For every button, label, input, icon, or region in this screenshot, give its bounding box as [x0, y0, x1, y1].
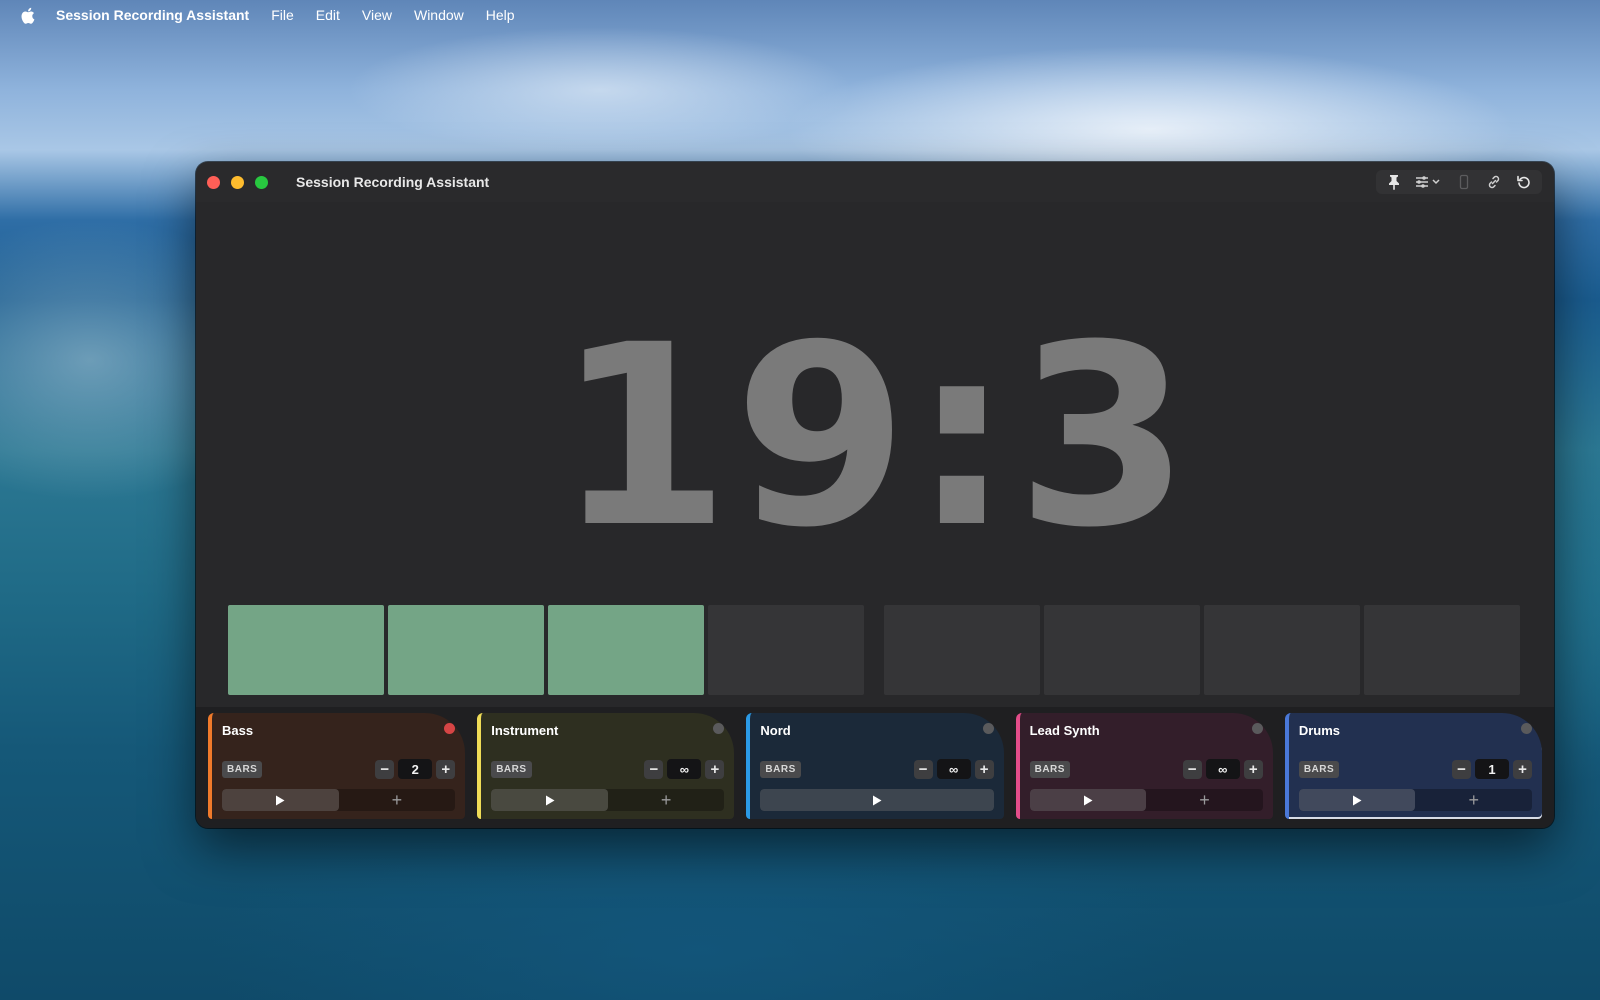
- track-transport: +: [222, 789, 456, 811]
- bar-block: [1044, 605, 1200, 695]
- track-panel: Bass BARS − 2 + + Instrument BARS − ∞ + …: [196, 707, 1554, 828]
- bars-value[interactable]: 2: [398, 759, 433, 779]
- menu-view[interactable]: View: [362, 7, 392, 23]
- bars-label: BARS: [222, 760, 263, 778]
- play-icon: [873, 795, 882, 805]
- play-icon: [1353, 795, 1362, 805]
- record-arm-button[interactable]: [1251, 723, 1263, 734]
- play-button[interactable]: [1298, 789, 1416, 811]
- add-button[interactable]: +: [1146, 789, 1263, 811]
- play-icon: [545, 795, 554, 805]
- decrement-button[interactable]: −: [1452, 759, 1472, 779]
- track-name: Nord: [760, 723, 791, 738]
- decrement-button[interactable]: −: [644, 759, 664, 779]
- bar-block: [1364, 605, 1520, 695]
- increment-button[interactable]: +: [705, 759, 725, 779]
- bar-beat-counter: 19:3: [556, 291, 1194, 582]
- bars-stepper: − 2 +: [375, 759, 456, 779]
- pin-icon[interactable]: [1382, 170, 1406, 194]
- play-button[interactable]: [222, 789, 339, 811]
- track-name: Lead Synth: [1029, 723, 1100, 738]
- play-icon: [276, 795, 285, 805]
- minimize-window-button[interactable]: [231, 175, 244, 189]
- bar-block: [548, 605, 704, 695]
- bar-block: [708, 605, 864, 695]
- decrement-button[interactable]: −: [375, 759, 395, 779]
- bars-stepper: − ∞ +: [1182, 759, 1263, 779]
- track-transport: [760, 789, 994, 811]
- bar-block: [228, 605, 384, 695]
- track-drums[interactable]: Drums BARS − 1 + +: [1284, 713, 1543, 819]
- track-transport: +: [491, 789, 725, 811]
- bars-stepper: − ∞ +: [913, 759, 994, 779]
- track-bass[interactable]: Bass BARS − 2 + +: [208, 713, 466, 819]
- add-button[interactable]: +: [608, 789, 725, 811]
- battery-icon[interactable]: [1452, 170, 1476, 194]
- record-arm-button[interactable]: [1521, 723, 1533, 734]
- bars-label: BARS: [1298, 760, 1340, 778]
- track-name: Drums: [1298, 723, 1340, 738]
- bar-block: [884, 605, 1040, 695]
- increment-button[interactable]: +: [974, 759, 994, 779]
- add-button[interactable]: +: [339, 789, 456, 811]
- track-lead-synth[interactable]: Lead Synth BARS − ∞ + +: [1015, 713, 1273, 819]
- track-name: Bass: [222, 723, 254, 738]
- menu-file[interactable]: File: [271, 7, 294, 23]
- bar-block: [1204, 605, 1360, 695]
- bars-label: BARS: [491, 760, 532, 778]
- apple-icon[interactable]: [20, 6, 36, 24]
- decrement-button[interactable]: −: [1182, 759, 1202, 779]
- increment-button[interactable]: +: [1243, 759, 1263, 779]
- reset-icon[interactable]: [1512, 170, 1536, 194]
- bars-label: BARS: [760, 760, 801, 778]
- bars-value[interactable]: ∞: [667, 759, 702, 779]
- bars-stepper: − ∞ +: [644, 759, 725, 779]
- sliders-icon[interactable]: [1412, 170, 1446, 194]
- decrement-button[interactable]: −: [913, 759, 933, 779]
- menu-edit[interactable]: Edit: [316, 7, 340, 23]
- app-window: Session Recording Assistant 19:3 Bass BA…: [196, 162, 1554, 828]
- play-icon: [1083, 795, 1093, 805]
- bars-value[interactable]: ∞: [936, 759, 971, 779]
- track-transport: +: [1298, 789, 1533, 811]
- zoom-window-button[interactable]: [255, 175, 268, 189]
- track-name: Instrument: [491, 723, 559, 738]
- link-icon[interactable]: [1482, 170, 1506, 194]
- window-title: Session Recording Assistant: [296, 174, 490, 190]
- bar-progress-blocks: [228, 605, 1522, 695]
- menu-help[interactable]: Help: [486, 7, 515, 23]
- increment-button[interactable]: +: [436, 759, 456, 779]
- track-instrument[interactable]: Instrument BARS − ∞ + +: [477, 713, 735, 819]
- play-button[interactable]: [760, 789, 994, 811]
- add-button[interactable]: +: [1415, 789, 1532, 811]
- menu-window[interactable]: Window: [414, 7, 464, 23]
- play-button[interactable]: [1029, 789, 1147, 811]
- bars-value[interactable]: 1: [1475, 759, 1510, 779]
- bars-stepper: − 1 +: [1452, 759, 1533, 779]
- close-window-button[interactable]: [207, 175, 220, 189]
- track-transport: +: [1029, 789, 1263, 811]
- title-bar: Session Recording Assistant: [196, 162, 1554, 202]
- toolbar: [1376, 170, 1542, 194]
- menu-bar: Session Recording Assistant File Edit Vi…: [0, 0, 1600, 30]
- record-arm-button[interactable]: [982, 723, 994, 734]
- increment-button[interactable]: +: [1513, 759, 1533, 779]
- play-button[interactable]: [491, 789, 608, 811]
- bars-value[interactable]: ∞: [1205, 759, 1240, 779]
- track-nord[interactable]: Nord BARS − ∞ +: [746, 713, 1004, 819]
- bars-label: BARS: [1029, 760, 1070, 778]
- bar-block: [388, 605, 544, 695]
- menu-app-name[interactable]: Session Recording Assistant: [56, 7, 249, 23]
